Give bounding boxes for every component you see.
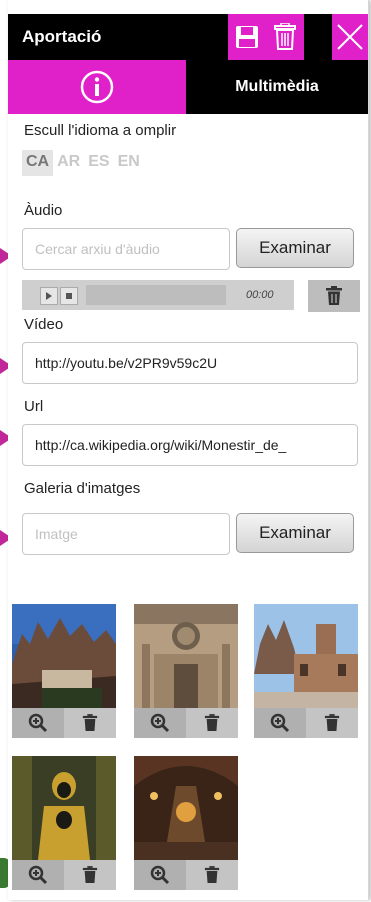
trash-icon <box>82 714 98 731</box>
language-label: Escull l'idioma a omplir <box>24 122 177 139</box>
zoom-button[interactable] <box>134 860 186 890</box>
zoom-button[interactable] <box>254 708 306 738</box>
save-button[interactable] <box>228 14 266 60</box>
gallery-image-basilica-facade[interactable] <box>134 604 238 708</box>
gallery-item-actions <box>134 708 238 738</box>
delete-image-button[interactable] <box>186 708 238 738</box>
trash-icon <box>204 866 220 883</box>
delete-image-button[interactable] <box>306 708 358 738</box>
info-icon <box>80 70 114 104</box>
gallery-image-black-madonna[interactable] <box>12 756 116 860</box>
panel-title: Aportació <box>22 27 102 46</box>
zoom-button[interactable] <box>12 708 64 738</box>
save-icon <box>236 26 258 48</box>
trash-icon <box>204 714 220 731</box>
panel-header: Aportació <box>8 14 368 60</box>
stop-icon <box>66 293 72 299</box>
gallery-item <box>134 756 238 890</box>
zoom-button[interactable] <box>12 860 64 890</box>
gallery-item <box>254 604 358 738</box>
zoom-in-icon <box>28 713 48 733</box>
delete-image-button[interactable] <box>186 860 238 890</box>
gallery-item-actions <box>254 708 358 738</box>
zoom-in-icon <box>150 865 170 885</box>
audio-file-input[interactable]: Cercar arxiu d'àudio <box>22 228 230 270</box>
delete-image-button[interactable] <box>64 708 116 738</box>
image-file-input[interactable]: Imatge <box>22 513 230 555</box>
audio-browse-button[interactable]: Examinar <box>236 228 354 268</box>
trash-icon <box>326 286 342 305</box>
tab-info[interactable] <box>8 60 186 114</box>
delete-button[interactable] <box>266 14 304 60</box>
zoom-in-icon <box>150 713 170 733</box>
tab-multimedia[interactable]: Multimèdia <box>186 60 368 114</box>
lang-option-en[interactable]: EN <box>114 150 144 176</box>
stop-button[interactable] <box>60 287 78 305</box>
zoom-in-icon <box>270 713 290 733</box>
contribution-panel: Aportació Multimèdia Escull l'idioma a o… <box>8 0 369 900</box>
play-icon <box>46 292 52 300</box>
zoom-button[interactable] <box>134 708 186 738</box>
video-url-input[interactable]: http://youtu.be/v2PR9v59c2U <box>22 342 358 384</box>
trash-icon <box>274 23 296 50</box>
gallery-image-monastery-square[interactable] <box>254 604 358 708</box>
trash-icon <box>324 714 340 731</box>
gallery-item-actions <box>12 860 116 890</box>
language-selector: CA AR ES EN <box>22 150 144 176</box>
gallery-item-actions <box>134 860 238 890</box>
trash-icon <box>82 866 98 883</box>
gallery-item <box>134 604 238 738</box>
audio-delete-button[interactable] <box>308 280 360 312</box>
lang-option-ca[interactable]: CA <box>22 150 54 176</box>
tab-bar: Multimèdia <box>8 60 368 114</box>
lang-option-es[interactable]: ES <box>84 150 113 176</box>
gallery-item-actions <box>12 708 116 738</box>
image-browse-button[interactable]: Examinar <box>236 513 354 553</box>
gallery-image-basilica-interior[interactable] <box>134 756 238 860</box>
audio-progress-bar[interactable] <box>86 285 226 305</box>
url-input[interactable]: http://ca.wikipedia.org/wiki/Monestir_de… <box>22 424 358 466</box>
gallery-item <box>12 604 116 738</box>
audio-label: Àudio <box>24 202 63 219</box>
gallery-item <box>12 756 116 890</box>
url-label: Url <box>24 398 44 415</box>
gallery-image-montserrat-mountain[interactable] <box>12 604 116 708</box>
zoom-in-icon <box>28 865 48 885</box>
audio-player: 00:00 <box>22 280 294 310</box>
close-button[interactable] <box>332 14 368 60</box>
audio-time: 00:00 <box>246 289 274 301</box>
lang-option-ar[interactable]: AR <box>53 150 84 176</box>
gallery-label: Galeria d'imatges <box>24 480 141 497</box>
play-button[interactable] <box>40 287 58 305</box>
delete-image-button[interactable] <box>64 860 116 890</box>
close-icon <box>337 24 363 50</box>
video-label: Vídeo <box>24 316 64 333</box>
